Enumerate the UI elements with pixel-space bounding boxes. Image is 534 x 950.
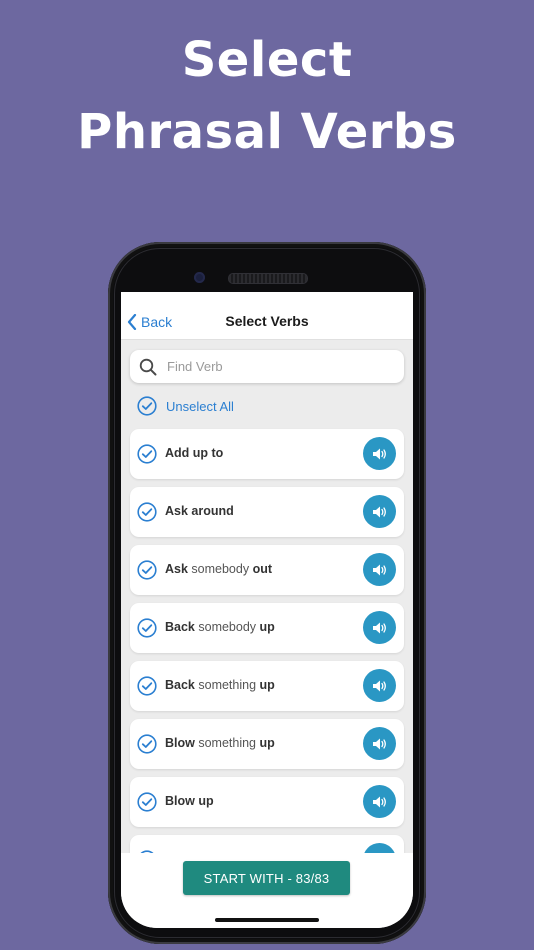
verb-row[interactable]: Ask around — [130, 487, 404, 537]
check-circle-icon — [137, 734, 157, 754]
check-circle-icon — [137, 792, 157, 812]
speaker-icon — [372, 506, 386, 517]
verb-text: Back something up — [165, 678, 275, 692]
verb-text: Ask somebody out — [165, 562, 272, 576]
speaker-icon — [372, 564, 386, 575]
verb-row[interactable]: Back something up — [130, 661, 404, 711]
verb-row[interactable]: Back somebody up — [130, 603, 404, 653]
verb-object: something — [194, 736, 260, 750]
verb-object: somebody — [187, 562, 253, 576]
unselect-all-label: Unselect All — [166, 398, 234, 414]
verb-row[interactable]: Blow up — [130, 777, 404, 827]
check-circle-icon — [137, 560, 157, 580]
check-circle-icon — [137, 618, 157, 638]
start-button[interactable]: START WITH - 83/83 — [183, 861, 350, 895]
bottom-bar: START WITH - 83/83 — [121, 853, 413, 928]
navigation-bar: Back Select Verbs — [121, 292, 413, 340]
unselect-all-button[interactable]: Unselect All — [137, 396, 234, 416]
page-title: Select Verbs — [225, 313, 309, 329]
verb-text: Blow up — [165, 794, 214, 808]
search-bar[interactable] — [130, 350, 404, 383]
verb-main: Blow — [165, 736, 195, 750]
verb-object: something — [194, 678, 260, 692]
speaker-icon — [372, 680, 386, 691]
camera-icon — [194, 272, 205, 283]
app-screen: Back Select Verbs Unselect All Add up to… — [121, 292, 413, 928]
earpiece-speaker — [228, 273, 308, 284]
check-circle-icon — [137, 396, 157, 416]
verb-main: Back — [165, 620, 195, 634]
verb-main: Blow up — [165, 794, 214, 808]
check-circle-icon — [137, 502, 157, 522]
verb-text: Ask around — [165, 504, 234, 518]
verb-row[interactable]: Blow something up — [130, 719, 404, 769]
verb-main: Back — [165, 678, 195, 692]
verb-particle: up — [259, 620, 275, 634]
audio-button[interactable] — [363, 553, 396, 586]
verb-object: somebody — [194, 620, 260, 634]
audio-button[interactable] — [363, 611, 396, 644]
phone-frame: Back Select Verbs Unselect All Add up to… — [108, 242, 426, 944]
speaker-icon — [372, 796, 386, 807]
verb-text: Add up to — [165, 446, 223, 460]
verb-particle: out — [252, 562, 272, 576]
verb-row[interactable]: Add up to — [130, 429, 404, 479]
search-icon — [139, 358, 157, 375]
search-input[interactable] — [165, 358, 389, 375]
promo-title-line2: Phrasal Verbs — [77, 104, 457, 160]
check-circle-icon — [137, 444, 157, 464]
speaker-icon — [372, 448, 386, 459]
promo-title-line1: Select — [181, 32, 353, 88]
audio-button[interactable] — [363, 727, 396, 760]
verb-main: Ask — [165, 562, 188, 576]
home-indicator — [215, 918, 319, 922]
verb-text: Blow something up — [165, 736, 275, 750]
check-circle-icon — [137, 676, 157, 696]
speaker-icon — [372, 738, 386, 749]
verb-text: Back somebody up — [165, 620, 275, 634]
verb-particle: up — [259, 678, 275, 692]
verb-particle: up — [259, 736, 275, 750]
audio-button[interactable] — [363, 495, 396, 528]
audio-button[interactable] — [363, 669, 396, 702]
verb-main: Ask around — [165, 504, 234, 518]
verb-main: Add up to — [165, 446, 224, 460]
audio-button[interactable] — [363, 785, 396, 818]
speaker-icon — [372, 622, 386, 633]
verb-row[interactable]: Ask somebody out — [130, 545, 404, 595]
audio-button[interactable] — [363, 437, 396, 470]
